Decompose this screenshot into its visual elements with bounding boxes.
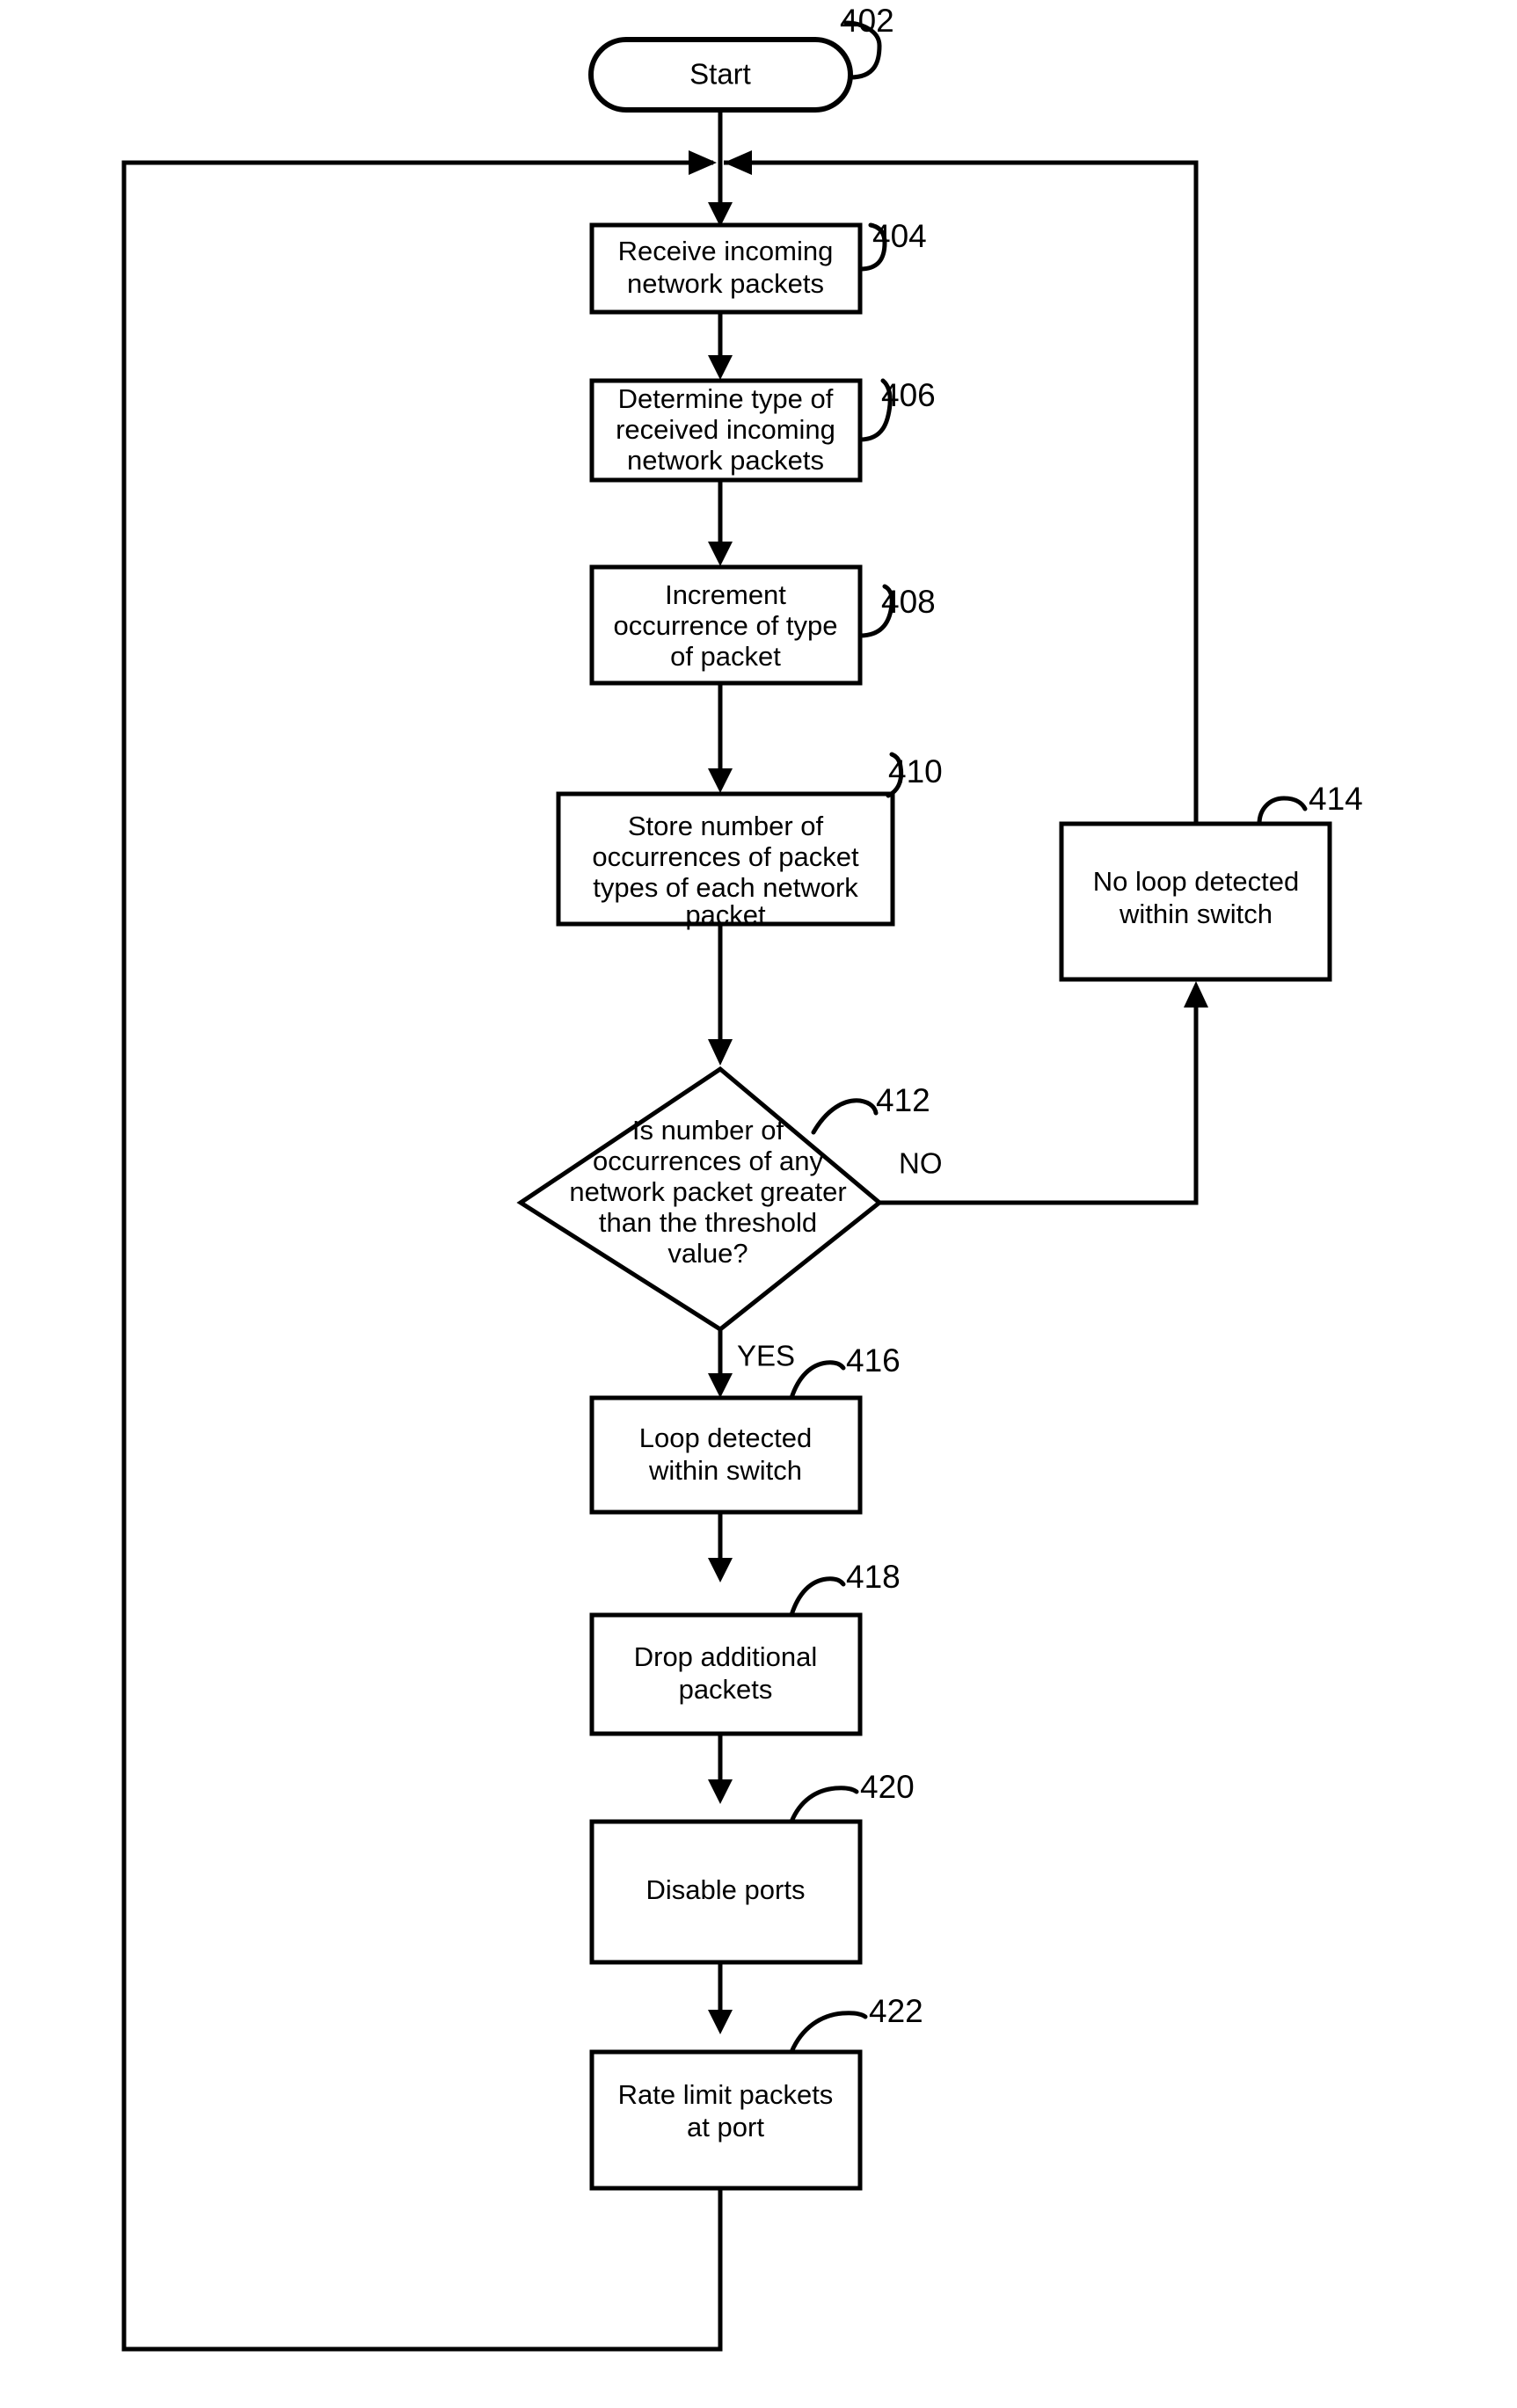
no-loop-label-line-1: No loop detected bbox=[1093, 866, 1299, 897]
ref-number-412: 412 bbox=[876, 1082, 930, 1118]
ref-number-406: 406 bbox=[881, 377, 936, 413]
leader-line-418 bbox=[789, 1576, 846, 1618]
increment-label-line-3: of packet bbox=[670, 641, 781, 672]
leader-line-420 bbox=[789, 1786, 859, 1824]
branch-label-yes: YES bbox=[737, 1340, 795, 1372]
store-label-line-2: occurrences of packet bbox=[592, 841, 859, 872]
rate-limit-label-line-1: Rate limit packets bbox=[618, 2079, 834, 2110]
determine-label-line-3: network packets bbox=[627, 445, 824, 476]
ref-number-408: 408 bbox=[881, 584, 936, 620]
decision-label-line-1: Is number of bbox=[632, 1115, 784, 1146]
node-receive-packets: Receive incoming network packets bbox=[589, 222, 863, 315]
ref-number-402: 402 bbox=[840, 3, 894, 39]
arrowhead-determine-to-increment bbox=[708, 542, 733, 566]
node-increment-occurrence: Increment occurrence of type of packet bbox=[589, 564, 863, 686]
ref-number-410: 410 bbox=[888, 753, 943, 789]
node-drop-packets: Drop additional packets bbox=[589, 1612, 863, 1736]
ref-number-422: 422 bbox=[869, 1993, 923, 2029]
node-no-loop-detected: No loop detected within switch bbox=[1059, 821, 1332, 982]
arrowhead-loop-detected-to-drop bbox=[708, 1558, 733, 1582]
leader-line-412 bbox=[811, 1098, 879, 1135]
drop-label-line-1: Drop additional bbox=[634, 1641, 818, 1672]
node-threshold-decision: Is number of occurrences of any network … bbox=[516, 1066, 883, 1333]
determine-label-line-2: received incoming bbox=[616, 414, 835, 445]
store-label-line-3: types of each network bbox=[593, 872, 858, 903]
decision-label-line-2: occurrences of any bbox=[593, 1146, 823, 1176]
store-label-line-1: Store number of bbox=[628, 811, 824, 841]
leader-line-416 bbox=[789, 1360, 846, 1400]
receive-label-line-2: network packets bbox=[627, 268, 824, 299]
ref-number-420: 420 bbox=[860, 1769, 915, 1805]
loop-detected-label-line-1: Loop detected bbox=[639, 1422, 813, 1453]
node-disable-ports: Disable ports bbox=[589, 1819, 863, 1965]
no-loop-label-line-2: within switch bbox=[1119, 898, 1273, 929]
arrowhead-store-to-decision bbox=[708, 1039, 733, 1066]
receive-label-line-1: Receive incoming bbox=[618, 236, 834, 266]
flowchart-canvas: Start 402 Receive incoming network packe… bbox=[121, 3, 1363, 2352]
increment-label-line-2: occurrence of type bbox=[613, 610, 837, 641]
start-label: Start bbox=[689, 58, 751, 91]
increment-label-line-1: Increment bbox=[665, 579, 786, 610]
arrowhead-yes-to-loop-detected bbox=[708, 1373, 733, 1398]
node-determine-type: Determine type of received incoming netw… bbox=[589, 378, 863, 483]
node-rate-limit: Rate limit packets at port bbox=[589, 2049, 863, 2191]
determine-label-line-1: Determine type of bbox=[618, 383, 834, 414]
disable-label-line-1: Disable ports bbox=[646, 1874, 806, 1905]
arrowhead-receive-to-determine bbox=[708, 355, 733, 380]
leader-line-422 bbox=[789, 2011, 868, 2055]
flowchart-figure: Start 402 Receive incoming network packe… bbox=[0, 0, 1517, 2408]
arrowhead-no-to-no-loop bbox=[1184, 981, 1208, 1008]
drop-label-line-2: packets bbox=[679, 1674, 773, 1705]
decision-label-line-5: value? bbox=[667, 1238, 748, 1269]
ref-number-416: 416 bbox=[846, 1342, 901, 1379]
store-label-line-4: packet bbox=[685, 899, 766, 930]
leader-line-414 bbox=[1257, 796, 1308, 826]
loop-detected-label-line-2: within switch bbox=[648, 1455, 802, 1486]
arrowhead-increment-to-store bbox=[708, 768, 733, 793]
decision-label-line-4: than the threshold bbox=[599, 1207, 817, 1238]
rate-limit-label-line-2: at port bbox=[687, 2112, 764, 2142]
node-start: Start bbox=[588, 37, 853, 113]
decision-label-line-3: network packet greater bbox=[569, 1176, 846, 1207]
branch-label-no: NO bbox=[899, 1147, 943, 1180]
arrowhead-drop-to-disable bbox=[708, 1779, 733, 1804]
ref-number-404: 404 bbox=[872, 218, 927, 254]
node-store-occurrences: Store number of occurrences of packet ty… bbox=[556, 791, 895, 930]
arrowhead-disable-to-rate-limit bbox=[708, 2010, 733, 2034]
ref-number-418: 418 bbox=[846, 1559, 901, 1595]
ref-number-414: 414 bbox=[1309, 781, 1363, 817]
node-loop-detected: Loop detected within switch bbox=[589, 1395, 863, 1515]
